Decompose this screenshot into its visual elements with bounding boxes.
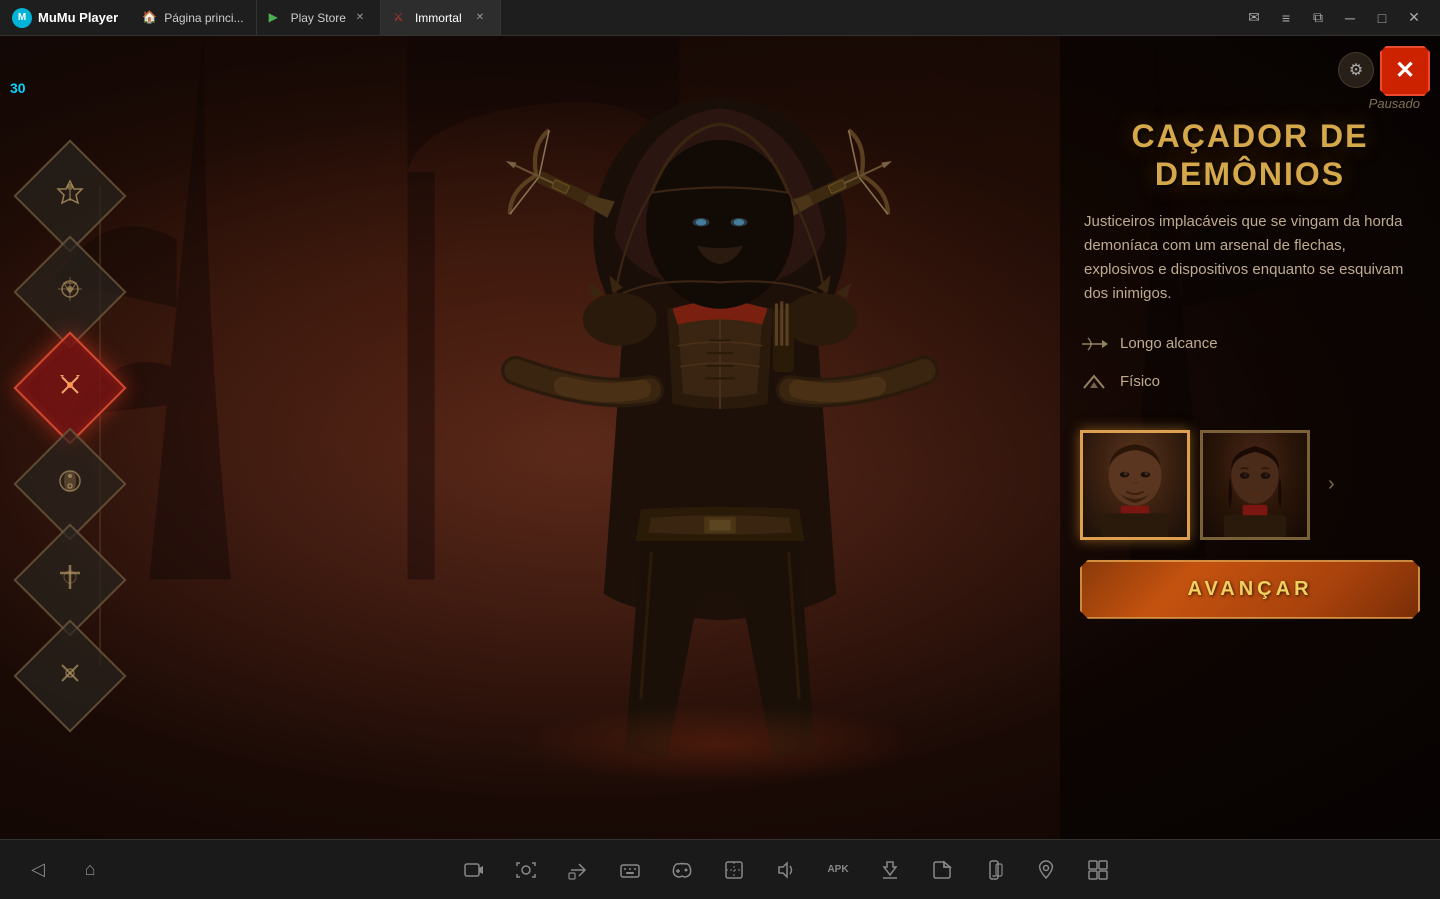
game-area: 30 <box>0 36 1440 864</box>
class-traits: Longo alcance Físico <box>1080 330 1420 406</box>
advance-button[interactable]: AVANÇAR <box>1080 560 1420 619</box>
logo-icon: M <box>12 8 32 28</box>
back-button[interactable]: ◁ <box>20 852 56 888</box>
monk-symbol <box>54 273 86 311</box>
class-description: Justiceiros implacáveis que se vingam da… <box>1080 210 1420 306</box>
toolbar-center-section: APK <box>132 852 1440 888</box>
physical-icon <box>1080 368 1108 396</box>
files-button[interactable] <box>924 852 960 888</box>
gamepad-button[interactable] <box>664 852 700 888</box>
close-panel-button[interactable]: ✕ <box>1380 46 1430 96</box>
tab-playstore-close[interactable]: ✕ <box>352 10 368 26</box>
menu-button[interactable]: ≡ <box>1272 4 1300 32</box>
portrait-female-bg <box>1203 433 1307 537</box>
portrait-male-bg <box>1083 433 1187 537</box>
settings-icon-btn[interactable]: ⚙ <box>1338 52 1374 88</box>
phone-button[interactable] <box>976 852 1012 888</box>
mail-button[interactable]: ✉ <box>1240 4 1268 32</box>
crusader-symbol <box>54 561 86 599</box>
trait-physical: Físico <box>1080 368 1420 396</box>
close-icon: ✕ <box>1395 59 1415 83</box>
tab-immortal-label: Immortal <box>415 11 462 25</box>
class-icon-necromancer[interactable] <box>13 619 126 732</box>
tab-pagina-label: Página princi... <box>164 11 243 25</box>
restore-button[interactable]: ⧉ <box>1304 4 1332 32</box>
apk-button[interactable]: APK <box>820 852 856 888</box>
bottom-toolbar: ◁ ⌂ <box>0 839 1440 899</box>
tab-playstore-favicon: ▶ <box>269 10 285 26</box>
expand-button[interactable] <box>1080 852 1116 888</box>
class-name: CAÇADOR DE DEMÔNIOS <box>1080 117 1420 194</box>
class-selection-panel <box>30 156 110 716</box>
volume-button[interactable] <box>768 852 804 888</box>
portrait-male[interactable] <box>1080 430 1190 540</box>
right-info-panel: ⚙ ↩ Pausado CAÇADOR DE DEMÔNIOS Justicei… <box>1060 36 1440 864</box>
tab-pagina[interactable]: 🏠 Página princi... <box>130 0 256 35</box>
app-name: MuMu Player <box>38 10 118 25</box>
window-controls: ✉ ≡ ⧉ ─ □ ✕ <box>1228 4 1440 32</box>
demon-hunter-symbol <box>54 369 86 407</box>
titlebar: M MuMu Player 🏠 Página princi... ▶ Play … <box>0 0 1440 36</box>
keyboard-button[interactable] <box>612 852 648 888</box>
portrait-female[interactable] <box>1200 430 1310 540</box>
tab-playstore-label: Play Store <box>291 11 346 25</box>
wizard-symbol <box>54 465 86 503</box>
toolbar-left-section: ◁ ⌂ <box>0 852 108 888</box>
fps-counter: 30 <box>10 80 26 96</box>
fps-value: 30 <box>10 80 26 96</box>
class-title: CAÇADOR DE DEMÔNIOS <box>1080 117 1420 194</box>
barbarian-symbol <box>54 177 86 215</box>
trait-range: Longo alcance <box>1080 330 1420 358</box>
video-record-button[interactable] <box>456 852 492 888</box>
tab-playstore[interactable]: ▶ Play Store ✕ <box>257 0 381 35</box>
panel-icons: ⚙ ↩ <box>1080 52 1420 88</box>
shake-button[interactable] <box>872 852 908 888</box>
portrait-selection: › <box>1080 430 1420 540</box>
physical-label: Físico <box>1120 373 1160 390</box>
location-button[interactable] <box>1028 852 1064 888</box>
necromancer-symbol <box>54 657 86 695</box>
tab-immortal[interactable]: ⚔ Immortal ✕ <box>381 0 501 35</box>
tab-bar: 🏠 Página princi... ▶ Play Store ✕ ⚔ Immo… <box>130 0 1228 35</box>
portrait-next-chevron[interactable]: › <box>1320 465 1343 504</box>
tab-immortal-close[interactable]: ✕ <box>472 10 488 26</box>
paused-label: Pausado <box>1080 96 1420 111</box>
tab-pagina-favicon: 🏠 <box>142 10 158 26</box>
home-button[interactable]: ⌂ <box>72 852 108 888</box>
screenshot-button[interactable] <box>508 852 544 888</box>
share-button[interactable] <box>560 852 596 888</box>
minimize-button[interactable]: ─ <box>1336 4 1364 32</box>
maximize-button[interactable]: □ <box>1368 4 1396 32</box>
range-label: Longo alcance <box>1120 335 1218 352</box>
app-logo: M MuMu Player <box>0 8 130 28</box>
range-icon <box>1080 330 1108 358</box>
tab-immortal-favicon: ⚔ <box>393 10 409 26</box>
close-window-button[interactable]: ✕ <box>1400 4 1428 32</box>
resize-button[interactable] <box>716 852 752 888</box>
ground-glow <box>520 704 920 784</box>
